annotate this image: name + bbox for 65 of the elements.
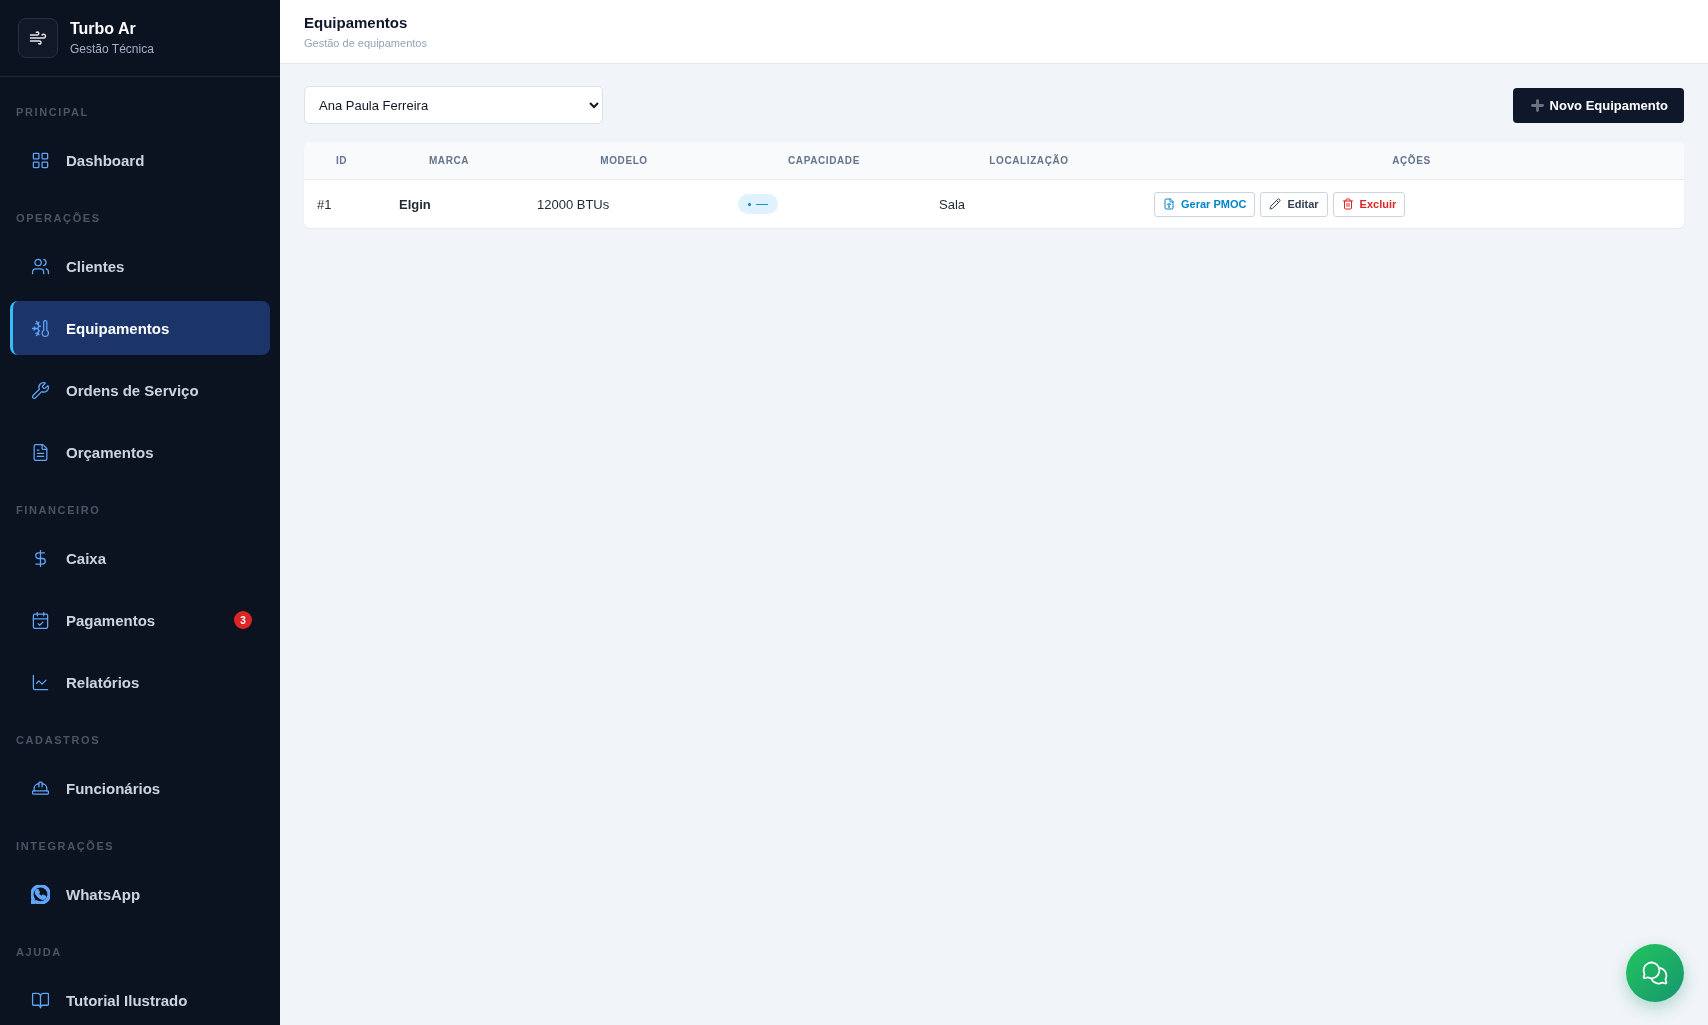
wrench-icon — [31, 380, 50, 400]
section-label: INTEGRAÇÕES — [15, 839, 116, 853]
column-header: MARCA — [427, 155, 471, 166]
table-cell-text: #1 — [316, 196, 333, 212]
table-cell-text: Sala — [938, 196, 967, 212]
nav-label: Clientes — [66, 257, 126, 275]
nav-label: Funcionários — [66, 779, 162, 797]
action-button[interactable]: Gerar PMOC — [1154, 191, 1256, 217]
nav-label: Dashboard — [66, 151, 146, 169]
pdf-file-icon — [1163, 198, 1175, 210]
nav-item[interactable]: Relatórios — [10, 655, 270, 709]
section-label: CADASTROS — [15, 733, 102, 747]
page-subtitle: Gestão de equipamentos — [304, 37, 428, 49]
nav-item[interactable]: Funcionários — [10, 761, 270, 815]
nav-label: Relatórios — [66, 673, 141, 691]
book-icon — [31, 990, 50, 1010]
nav-item[interactable]: Equipamentos — [10, 301, 270, 355]
new-equipment-button[interactable]: Novo Equipamento — [1512, 87, 1684, 123]
nav-label: Pagamentos — [66, 611, 157, 629]
column-header: CAPACIDADE — [787, 155, 861, 166]
section-label: PRINCIPAL — [15, 105, 90, 119]
nav-label: Ordens de Serviço — [66, 381, 200, 399]
nav-label: Caixa — [66, 549, 108, 567]
users-icon — [31, 256, 50, 276]
thermometer-icon — [31, 318, 50, 338]
table-cell-text: 12000 BTUs — [536, 196, 611, 212]
pencil-icon — [1269, 198, 1282, 210]
brand-name: Turbo Ar — [70, 20, 137, 38]
table-cell-text: Elgin — [398, 196, 432, 212]
client-select[interactable]: Ana Paula Ferreira — [304, 86, 603, 124]
plus-icon — [1528, 96, 1546, 114]
chat-button[interactable] — [1626, 944, 1684, 1002]
nav-label: Tutorial Ilustrado — [66, 991, 189, 1009]
section-label: FINANCEIRO — [15, 503, 102, 517]
count-badge: 3 — [234, 611, 252, 629]
capacity-tag: — — [738, 194, 778, 214]
wind-icon — [18, 18, 58, 58]
calendar-check-icon — [31, 610, 50, 630]
line-chart-icon — [31, 672, 50, 692]
nav-item[interactable]: WhatsApp — [10, 867, 270, 921]
whatsapp-icon — [31, 884, 50, 904]
brand-subtitle: Gestão Técnica — [70, 42, 154, 56]
column-header: ID — [334, 155, 349, 166]
chat-bubbles-icon — [1641, 959, 1669, 987]
nav-item[interactable]: Dashboard — [10, 133, 270, 187]
nav-label: Orçamentos — [66, 443, 155, 461]
section-label: OPERAÇÕES — [15, 211, 102, 225]
action-button[interactable]: Excluir — [1332, 191, 1406, 217]
column-header: AÇÕES — [1391, 155, 1432, 166]
action-button[interactable]: Editar — [1260, 191, 1328, 217]
column-header: LOCALIZAÇÃO — [988, 155, 1070, 166]
nav-item[interactable]: Pagamentos 3 — [10, 593, 270, 647]
document-icon — [31, 442, 50, 462]
section-label: AJUDA — [15, 945, 63, 959]
nav-item[interactable]: Ordens de Serviço — [10, 363, 270, 417]
page-title: Equipamentos — [304, 14, 409, 31]
grid-icon — [31, 150, 50, 170]
trash-icon — [1341, 198, 1354, 210]
nav-item[interactable]: Tutorial Ilustrado — [10, 973, 270, 1025]
nav-item[interactable]: Clientes — [10, 239, 270, 293]
column-header: MODELO — [599, 155, 649, 166]
nav-item[interactable]: Orçamentos — [10, 425, 270, 479]
nav-label: WhatsApp — [66, 885, 142, 903]
nav-item[interactable]: Caixa — [10, 531, 270, 585]
nav-label: Equipamentos — [66, 319, 171, 337]
